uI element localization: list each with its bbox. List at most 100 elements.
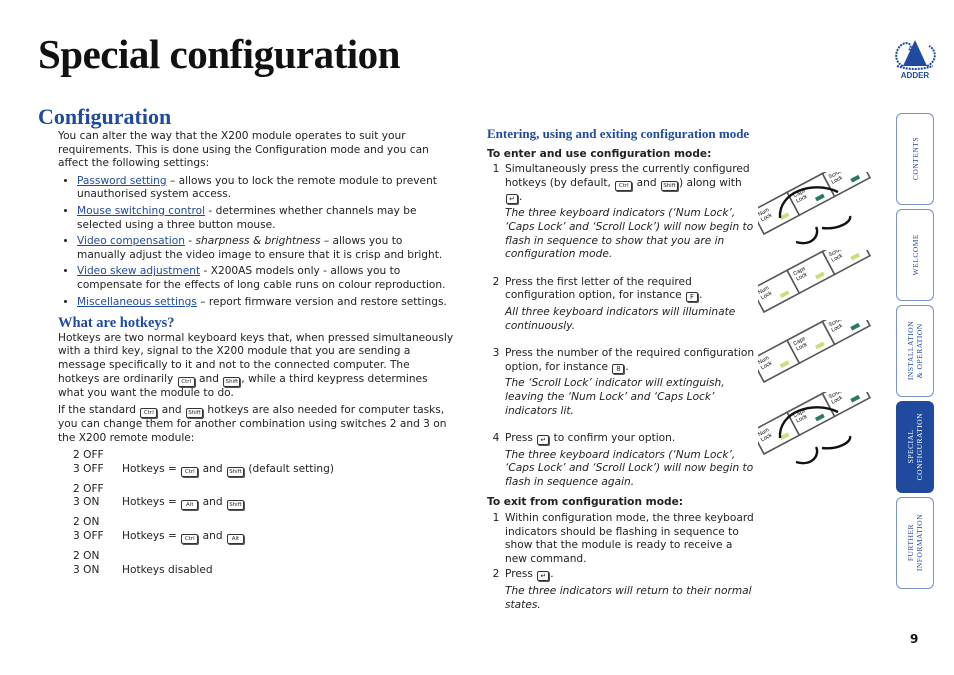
text: Press the first letter of the required c… [505,275,692,302]
key-shift-icon: Shift [226,466,244,477]
step-note: The three indicators will return to thei… [505,585,752,611]
step: 2 Press ↵. The three indicators will retur… [487,568,757,612]
settings-list-item: Video compensation - sharpness & brightn… [77,235,454,262]
nav-tab-label: SPECIAL CONFIGURATION [906,413,924,481]
hotkeys-para-1: Hotkeys are two normal keyboard keys tha… [58,332,454,400]
nav-tab-installation-operation[interactable]: INSTALLATION & OPERATION [896,305,934,397]
switch-setting: 2 ON 3 ON Hotkeys disabled [73,544,454,577]
key-shift-icon: Shift [186,408,204,419]
text: and [199,496,226,509]
settings-link[interactable]: Mouse switching control [77,205,205,217]
settings-link[interactable]: Video compensation [77,235,185,247]
switch-setting: 2 ON 3 OFF Hotkeys = Ctrl and Alt [73,510,454,545]
switch-setting: 2 OFF 3 OFF Hotkeys = Ctrl and Shift (defa… [73,449,454,477]
settings-list: Password setting – allows you to lock th… [58,175,454,309]
key-shift-icon: Shift [660,180,678,191]
step-number: 4 [492,432,500,445]
step-number: 2 [492,568,500,581]
text: Hotkeys = [122,496,181,509]
step: 1 Within configuration mode, the three ke… [487,512,757,566]
text: . [625,360,629,373]
exit-title: To exit from configuration mode: [487,496,683,509]
text: and [195,372,223,385]
cycle-arrow [795,446,819,465]
svg-text:ADDER: ADDER [901,71,930,80]
intro-text: You can alter the way that the X200 modu… [58,130,429,170]
cycle-arrow [795,226,819,245]
settings-link[interactable]: Password setting [77,175,167,187]
cycle-arrow [821,215,852,230]
text: and [199,462,226,475]
enter-title: To enter and use configuration mode: [487,147,712,160]
section-nav: CONTENTS WELCOME INSTALLATION & OPERATION S… [896,113,934,593]
step-text: Press the first letter of the required c… [505,276,757,303]
text: and [633,176,660,189]
switch-2-state: 2 ON [73,516,100,529]
enter-steps: 1 Simultaneously press the currently conf… [487,163,757,489]
key-ctrl-icon: Ctrl [181,534,199,545]
keyboard-indicator-diagram: NumLockCapsLockScrollLock [758,250,872,314]
nav-tab-further-information[interactable]: FURTHER INFORMATION [896,497,934,589]
key-enter-icon: ↵ [506,193,518,204]
adder-logo: ADDER [895,40,936,80]
page-title: Special configuration [38,31,400,77]
text: and [158,404,186,417]
hotkey-combination: Hotkeys = Ctrl and Shift (default settin… [122,463,334,477]
keyboard-indicator-diagram: NumLockCapsLockScrollLock [758,172,872,245]
hotkey-combination: Hotkeys = Ctrl and Alt [122,530,245,545]
hotkeys-heading: What are hotkeys? [58,315,175,332]
text: Press [505,432,537,445]
key-alt-icon: Alt [181,500,199,511]
nav-tab-label: FURTHER INFORMATION [906,514,924,572]
text: Press the number of the required configu… [505,347,755,373]
step-note: The three keyboard indicators (‘Num Lock… [505,207,754,261]
step-number: 2 [492,275,500,288]
key-ctrl-icon: Ctrl [140,408,158,419]
right-column: Entering, using and exiting configuratio… [487,127,757,614]
nav-tab-welcome[interactable]: WELCOME [896,209,934,301]
step-number: 1 [492,163,500,176]
key-ctrl-icon: Ctrl [177,376,195,387]
step-text: Simultaneously press the currently confi… [505,163,757,204]
keyboard-indicator-diagram: NumLockCapsLockScrollLock [758,392,872,465]
key-8-icon: 8 [612,363,625,374]
step-number: 3 [492,347,500,360]
nav-tab-contents[interactable]: CONTENTS [896,113,934,205]
settings-list-item: Password setting – allows you to lock th… [77,175,454,202]
settings-list-item: Miscellaneous settings – report firmware… [77,296,454,310]
text: and [199,530,226,543]
hotkey-switch-table: 2 OFF 3 OFF Hotkeys = Ctrl and Shift (defa… [73,449,454,577]
text: Hotkeys = [122,462,181,475]
text: to confirm your option. [550,432,676,445]
switch-2-state: 2 OFF [73,449,104,462]
left-column: You can alter the way that the X200 modu… [58,130,454,577]
step-text: Press ↵. [505,568,757,582]
nav-tab-special-configuration[interactable]: SPECIAL CONFIGURATION [896,401,934,493]
key-ctrl-icon: Ctrl [615,180,633,191]
cycle-arrow [821,435,852,450]
settings-link[interactable]: Video skew adjustment [77,265,200,277]
text: Within configuration mode, the three key… [505,512,754,565]
step: 1 Simultaneously press the currently conf… [487,163,757,262]
step: 4 Press ↵ to confirm your option. The thre… [487,432,757,489]
switch-setting: 2 OFF 3 ON Hotkeys = Alt and Shift [73,477,454,511]
keyboard-indicator-diagram: NumLockCapsLockScrollLock [758,320,872,384]
text: . [519,190,523,203]
text: Hotkeys = [122,530,181,543]
key-f-icon: F [686,292,699,303]
text: (default setting) [244,462,334,475]
step-number: 1 [492,512,500,525]
settings-link[interactable]: Miscellaneous settings [77,296,197,308]
switch-3-state: 3 OFF [73,462,104,475]
key-alt-icon: Alt [226,534,244,545]
text: - [184,235,196,248]
switch-3-state: 3 OFF [73,530,104,543]
hotkey-combination: Hotkeys disabled [122,564,213,578]
switch-2-state: 2 OFF [73,482,104,495]
text: ) along with [678,176,742,189]
step-text: Press the number of the required configu… [505,347,757,374]
step: 2 Press the first letter of the required … [487,276,757,333]
nav-tab-label: WELCOME [910,234,920,276]
page-number: 9 [910,632,919,646]
italic-text: sharpness & brightness [195,235,321,248]
